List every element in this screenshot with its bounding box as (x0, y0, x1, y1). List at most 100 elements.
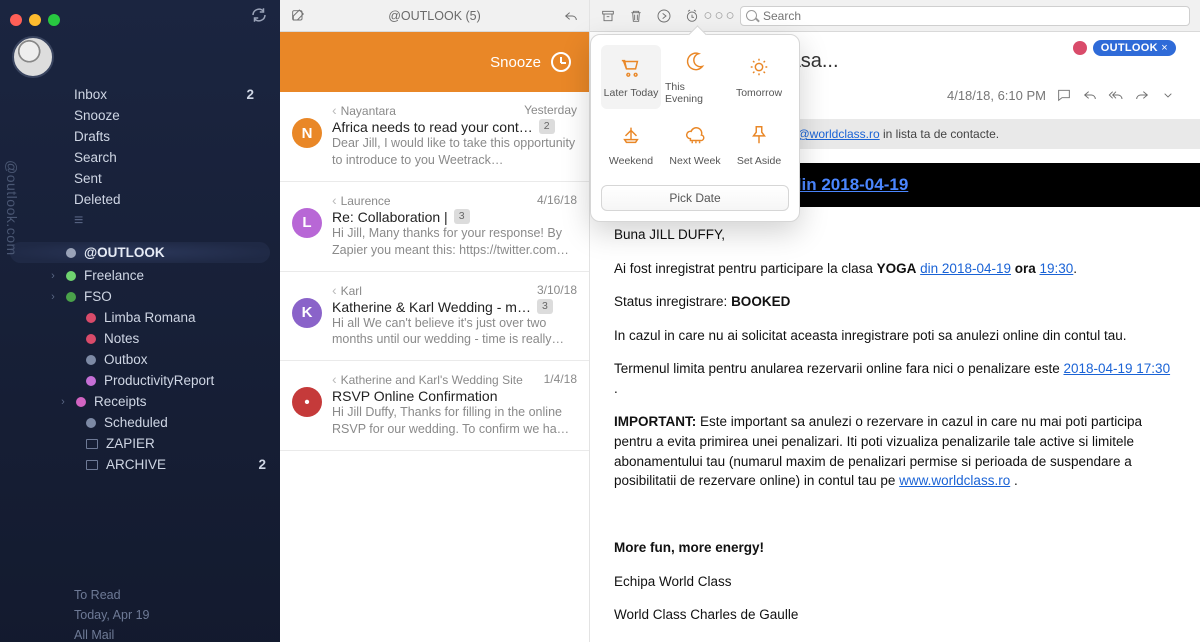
folder-drafts[interactable]: Drafts (0, 126, 266, 147)
account-outlook[interactable]: @OUTLOOK (10, 242, 270, 263)
folder-icon (86, 439, 98, 449)
folder-inbox[interactable]: Inbox2 (0, 84, 266, 105)
subfolder-zapier[interactable]: ZAPIER (0, 433, 280, 454)
snooze-option-later-today[interactable]: Later Today (601, 45, 661, 109)
reply-all-icon[interactable] (1108, 87, 1124, 103)
account-label: @OUTLOOK (84, 245, 165, 260)
folder-deleted[interactable]: Deleted (0, 189, 266, 210)
subfolder-productivityreport[interactable]: ProductivityReport (0, 370, 280, 391)
subfolder-receipts[interactable]: ›Receipts (0, 391, 280, 412)
subfolder-notes[interactable]: Notes (0, 328, 280, 349)
search-field[interactable] (740, 6, 1190, 26)
zoom-window-button[interactable] (48, 14, 60, 26)
message-date: Yesterday (524, 103, 577, 117)
sender-avatar: N (292, 118, 322, 148)
snooze-option-this-evening[interactable]: This Evening (665, 45, 725, 109)
subfolder-scheduled[interactable]: Scheduled (0, 412, 280, 433)
snooze-icon[interactable] (684, 8, 700, 24)
message-subject: Africa needs to read your cont… (332, 119, 533, 135)
footer-all-mail[interactable]: All Mail (74, 625, 280, 642)
status-line: Status inregistrare: BOOKED (614, 292, 1176, 312)
subfolder-archive[interactable]: ARCHIVE2 (0, 454, 280, 475)
minimize-window-button[interactable] (29, 14, 41, 26)
search-input[interactable] (740, 6, 1190, 26)
list-title: @OUTLOOK (5) (316, 9, 553, 23)
message-list-toolbar: @OUTLOOK (5) (280, 0, 589, 32)
banner-date-link[interactable]: din 2018-04-19 (791, 175, 908, 194)
footer-today[interactable]: Today, Apr 19 (74, 605, 280, 625)
message-item[interactable]: • Katherine and Karl's Wedding Site1/4/1… (280, 361, 589, 451)
folder-sent[interactable]: Sent (0, 168, 266, 189)
boat-icon (618, 124, 644, 149)
forward-icon[interactable] (656, 8, 672, 24)
close-window-button[interactable] (10, 14, 22, 26)
sync-icon[interactable] (250, 6, 268, 29)
message-item[interactable]: L Laurence4/16/18 Re: Collaboration |3 H… (280, 182, 589, 272)
message-preview: Dear Jill, I would like to take this opp… (332, 135, 577, 169)
more-icon[interactable]: ○○○ (712, 8, 728, 24)
sender-avatar: K (292, 298, 322, 328)
greeting-line: Buna JILL DUFFY, (614, 225, 1176, 245)
registered-line: Ai fost inregistrat pentru participare l… (614, 259, 1176, 279)
account-fso[interactable]: ›FSO (0, 286, 280, 307)
sender-name: Nayantara (332, 102, 524, 118)
archive-icon[interactable] (600, 8, 616, 24)
thread-count-badge: 3 (454, 209, 470, 224)
pin-icon (746, 124, 772, 149)
thread-count-badge: 3 (537, 299, 553, 314)
worldclass-link[interactable]: www.worldclass.ro (899, 473, 1010, 488)
message-preview: Hi Jill Duffy, Thanks for filling in the… (332, 404, 577, 438)
snooze-option-tomorrow[interactable]: Tomorrow (729, 45, 789, 109)
folder-snooze[interactable]: Snooze (0, 105, 266, 126)
tag-dot[interactable] (1073, 41, 1087, 55)
message-subject: Katherine & Karl Wedding - m… (332, 299, 531, 315)
cancel-line: In cazul in care nu ai solicitat aceasta… (614, 326, 1176, 346)
mail-date: 4/18/18, 6:10 PM (947, 88, 1046, 103)
snooze-popover: Later TodayThis EveningTomorrow WeekendNe… (590, 34, 800, 222)
more-folders-icon[interactable]: ≡ (0, 212, 280, 230)
account-freelance[interactable]: ›Freelance (0, 265, 280, 286)
reader-pane: ○○○ Later TodayThis EveningTomorrow Weeke… (590, 0, 1200, 642)
message-item[interactable]: N NayantaraYesterday Africa needs to rea… (280, 92, 589, 182)
chevron-down-icon[interactable] (1160, 87, 1176, 103)
footer-to-read[interactable]: To Read (74, 585, 280, 605)
outlook-tag[interactable]: OUTLOOK (1093, 40, 1176, 56)
reply-one-icon[interactable] (1082, 87, 1098, 103)
message-date: 3/10/18 (537, 283, 577, 297)
snooze-option-weekend[interactable]: Weekend (601, 113, 661, 177)
clock-icon (551, 52, 571, 72)
snooze-option-next-week[interactable]: Next Week (665, 113, 725, 177)
account-email-label: @outlook.com (4, 160, 20, 256)
trash-icon[interactable] (628, 8, 644, 24)
sender-name: Laurence (332, 192, 537, 208)
signature-3: World Class Charles de Gaulle (614, 605, 1176, 625)
snooze-banner: Snooze (280, 32, 589, 92)
moon-icon (682, 50, 708, 75)
sender-name: Karl (332, 282, 537, 298)
reply-icon[interactable] (563, 8, 579, 24)
avatar[interactable] (12, 36, 54, 78)
message-item[interactable]: K Karl3/10/18 Katherine & Karl Wedding -… (280, 272, 589, 362)
forward-mail-icon[interactable] (1134, 87, 1150, 103)
message-subject: RSVP Online Confirmation (332, 388, 497, 404)
snooze-option-set-aside[interactable]: Set Aside (729, 113, 789, 177)
chat-icon[interactable] (1056, 87, 1072, 103)
compose-icon[interactable] (290, 8, 306, 24)
deadline-link[interactable]: 2018-04-19 17:30 (1063, 361, 1170, 376)
subfolder-outbox[interactable]: Outbox (0, 349, 280, 370)
message-preview: Hi all We can't believe it's just over t… (332, 315, 577, 349)
cloud-icon (682, 124, 708, 149)
sidebar-footer: To Read Today, Apr 19 All Mail (0, 585, 280, 642)
window-controls (0, 8, 280, 32)
class-date-link[interactable]: din 2018-04-19 (920, 261, 1011, 276)
folder-icon (86, 460, 98, 470)
snooze-label: Snooze (490, 54, 541, 71)
thread-count-badge: 2 (539, 119, 555, 134)
message-list: @OUTLOOK (5) Snooze N NayantaraYesterday… (280, 0, 590, 642)
pick-date-button[interactable]: Pick Date (601, 185, 789, 211)
class-time-link[interactable]: 19:30 (1040, 261, 1074, 276)
cart-icon (618, 56, 644, 81)
subfolder-limba romana[interactable]: Limba Romana (0, 307, 280, 328)
message-preview: Hi Jill, Many thanks for your response! … (332, 225, 577, 259)
folder-search[interactable]: Search (0, 147, 266, 168)
